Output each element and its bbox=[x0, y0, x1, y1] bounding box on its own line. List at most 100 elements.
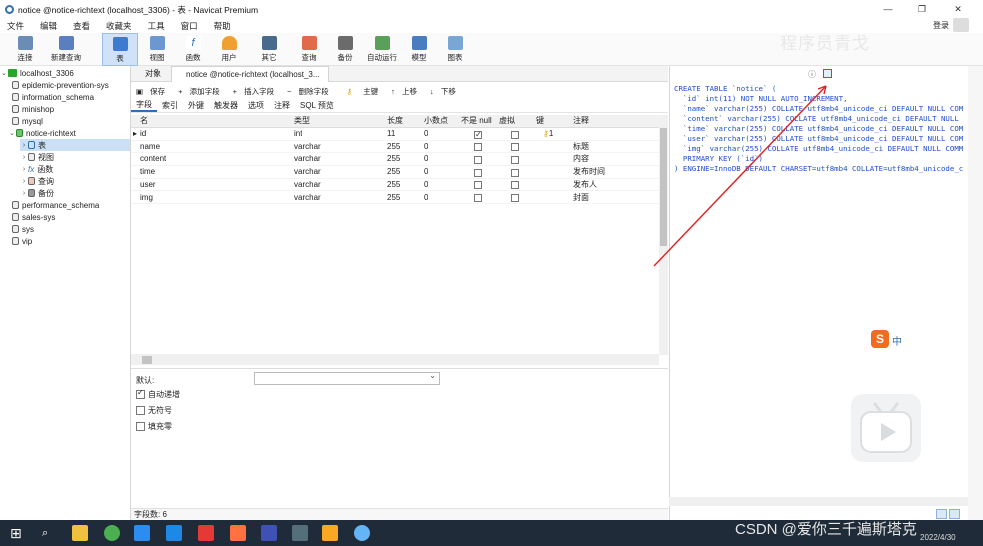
not-null-checkbox[interactable] bbox=[474, 168, 482, 177]
not-null-checkbox[interactable] bbox=[474, 155, 482, 164]
chevron-right-icon[interactable]: › bbox=[20, 178, 28, 185]
menu-window[interactable]: 窗口 bbox=[181, 20, 198, 32]
col-header[interactable]: 名 bbox=[140, 115, 148, 128]
maximize-button[interactable]: ❐ bbox=[907, 2, 937, 17]
field-name-cell[interactable]: user bbox=[140, 179, 156, 192]
toolbar-backup-button[interactable]: 备份 bbox=[330, 33, 360, 66]
avatar[interactable] bbox=[953, 18, 969, 32]
table-row[interactable]: content varchar 255 0 内容 bbox=[131, 153, 659, 166]
col-header[interactable]: 小数点 bbox=[424, 115, 448, 128]
ddl-horizontal-scrollbar[interactable] bbox=[669, 497, 968, 506]
toolbar-connection-button[interactable]: 连接 bbox=[8, 33, 42, 66]
field-name-cell[interactable]: name bbox=[140, 141, 160, 154]
field-decimals-cell[interactable]: 0 bbox=[424, 128, 428, 141]
move-down-button[interactable]: ↓ 下移 bbox=[430, 86, 460, 97]
app-icon[interactable] bbox=[166, 525, 182, 541]
field-name-cell[interactable]: img bbox=[140, 192, 153, 205]
delete-field-button[interactable]: − 删除字段 bbox=[287, 86, 332, 97]
toolbar-table-button[interactable]: 表 bbox=[102, 33, 138, 66]
field-name-cell[interactable]: content bbox=[140, 153, 166, 166]
field-decimals-cell[interactable]: 0 bbox=[424, 179, 428, 192]
field-decimals-cell[interactable]: 0 bbox=[424, 166, 428, 179]
unsigned-checkbox[interactable] bbox=[136, 406, 145, 415]
chevron-right-icon[interactable]: › bbox=[20, 154, 28, 161]
menu-help[interactable]: 帮助 bbox=[214, 20, 231, 32]
ide-icon[interactable] bbox=[261, 525, 277, 541]
toolbar-autorun-button[interactable]: 自动运行 bbox=[362, 33, 402, 66]
field-type-cell[interactable]: varchar bbox=[294, 141, 321, 154]
app-icon[interactable] bbox=[134, 525, 150, 541]
grid-horizontal-scrollbar[interactable] bbox=[131, 354, 659, 365]
table-row[interactable]: user varchar 255 0 发布人 bbox=[131, 179, 659, 192]
field-type-cell[interactable]: varchar bbox=[294, 166, 321, 179]
default-value-select[interactable] bbox=[254, 371, 440, 385]
table-row[interactable]: name varchar 255 0 标题 bbox=[131, 141, 659, 154]
tab-sql-preview[interactable]: SQL 预览 bbox=[295, 100, 339, 111]
windows-start-icon[interactable]: ⊞ bbox=[10, 525, 26, 541]
field-comment-cell[interactable]: 标题 bbox=[573, 141, 589, 154]
tree-tables[interactable]: › 表 bbox=[20, 139, 130, 151]
detail-view-icon[interactable] bbox=[949, 509, 960, 519]
tab-fields[interactable]: 字段 bbox=[131, 99, 157, 112]
save-button[interactable]: ▣ 保存 bbox=[136, 86, 169, 97]
col-header[interactable]: 虚拟 bbox=[499, 115, 515, 128]
not-null-checkbox[interactable] bbox=[474, 143, 482, 152]
chevron-right-icon[interactable]: › bbox=[20, 166, 28, 173]
not-null-checkbox[interactable] bbox=[474, 129, 482, 141]
not-null-checkbox[interactable] bbox=[474, 194, 482, 202]
tab-options[interactable]: 选项 bbox=[243, 100, 269, 111]
move-up-button[interactable]: ↑ 上移 bbox=[391, 86, 421, 97]
chevron-right-icon[interactable]: › bbox=[20, 190, 28, 197]
col-header[interactable]: 不是 null bbox=[461, 115, 492, 128]
grid-scroll-thumb[interactable] bbox=[660, 128, 667, 246]
field-length-cell[interactable]: 255 bbox=[387, 153, 400, 166]
field-decimals-cell[interactable]: 0 bbox=[424, 141, 428, 154]
field-name-cell[interactable]: time bbox=[140, 166, 155, 179]
chrome-icon[interactable] bbox=[104, 525, 120, 541]
tree-db[interactable]: information_schema bbox=[12, 91, 94, 103]
table-row[interactable]: time varchar 255 0 发布时间 bbox=[131, 166, 659, 179]
menu-favorites[interactable]: 收藏夹 bbox=[106, 20, 132, 32]
toolbar-new-query-button[interactable]: 新建查询 bbox=[44, 33, 88, 66]
info-icon[interactable]: ⓘ bbox=[808, 69, 816, 80]
toolbar-other-button[interactable]: 其它 bbox=[252, 33, 286, 66]
grid-view-icon[interactable] bbox=[936, 509, 947, 519]
field-type-cell[interactable]: varchar bbox=[294, 153, 321, 166]
tab-foreign-keys[interactable]: 外键 bbox=[183, 100, 209, 111]
field-length-cell[interactable]: 255 bbox=[387, 179, 400, 192]
login-link[interactable]: 登录 bbox=[933, 20, 949, 31]
virtual-checkbox[interactable] bbox=[511, 130, 519, 139]
field-length-cell[interactable]: 255 bbox=[387, 166, 400, 179]
tree-db[interactable]: sys bbox=[12, 223, 34, 235]
toolbar-model-button[interactable]: 模型 bbox=[404, 33, 434, 66]
tree-db[interactable]: sales-sys bbox=[12, 211, 55, 223]
tree-functions[interactable]: › fx 函数 bbox=[20, 163, 53, 175]
chevron-down-icon[interactable]: ⌄ bbox=[0, 69, 8, 77]
virtual-checkbox[interactable] bbox=[511, 143, 519, 152]
primary-key-button[interactable]: ⚷ 主键 bbox=[342, 86, 383, 97]
tree-backups[interactable]: › 备份 bbox=[20, 187, 54, 199]
video-play-overlay[interactable] bbox=[851, 394, 921, 462]
chevron-down-icon[interactable]: ⌄ bbox=[8, 129, 16, 137]
menu-view[interactable]: 查看 bbox=[73, 20, 90, 32]
tab-triggers[interactable]: 触发器 bbox=[209, 100, 243, 111]
zerofill-row[interactable]: 填充零 bbox=[136, 421, 172, 432]
field-comment-cell[interactable]: 封面 bbox=[573, 192, 589, 205]
app-icon[interactable] bbox=[230, 525, 246, 541]
toolbar-function-button[interactable]: f 函数 bbox=[176, 33, 210, 66]
sublime-icon[interactable] bbox=[322, 525, 338, 541]
field-comment-cell[interactable]: 发布时间 bbox=[573, 166, 605, 179]
tab-indexes[interactable]: 索引 bbox=[157, 100, 183, 111]
tab-table-editor[interactable]: notice @notice-richtext (localhost_3... bbox=[171, 66, 329, 82]
field-type-cell[interactable]: varchar bbox=[294, 179, 321, 192]
virtual-checkbox[interactable] bbox=[511, 155, 519, 164]
field-decimals-cell[interactable]: 0 bbox=[424, 153, 428, 166]
field-length-cell[interactable]: 11 bbox=[387, 128, 395, 141]
field-length-cell[interactable]: 255 bbox=[387, 141, 400, 154]
menu-edit[interactable]: 编辑 bbox=[40, 20, 57, 32]
field-type-cell[interactable]: int bbox=[294, 128, 302, 141]
add-field-button[interactable]: + 添加字段 bbox=[178, 86, 223, 97]
chevron-right-icon[interactable]: › bbox=[20, 142, 28, 149]
tree-db[interactable]: mysql bbox=[12, 115, 43, 127]
tab-objects[interactable]: 对象 bbox=[137, 66, 169, 82]
